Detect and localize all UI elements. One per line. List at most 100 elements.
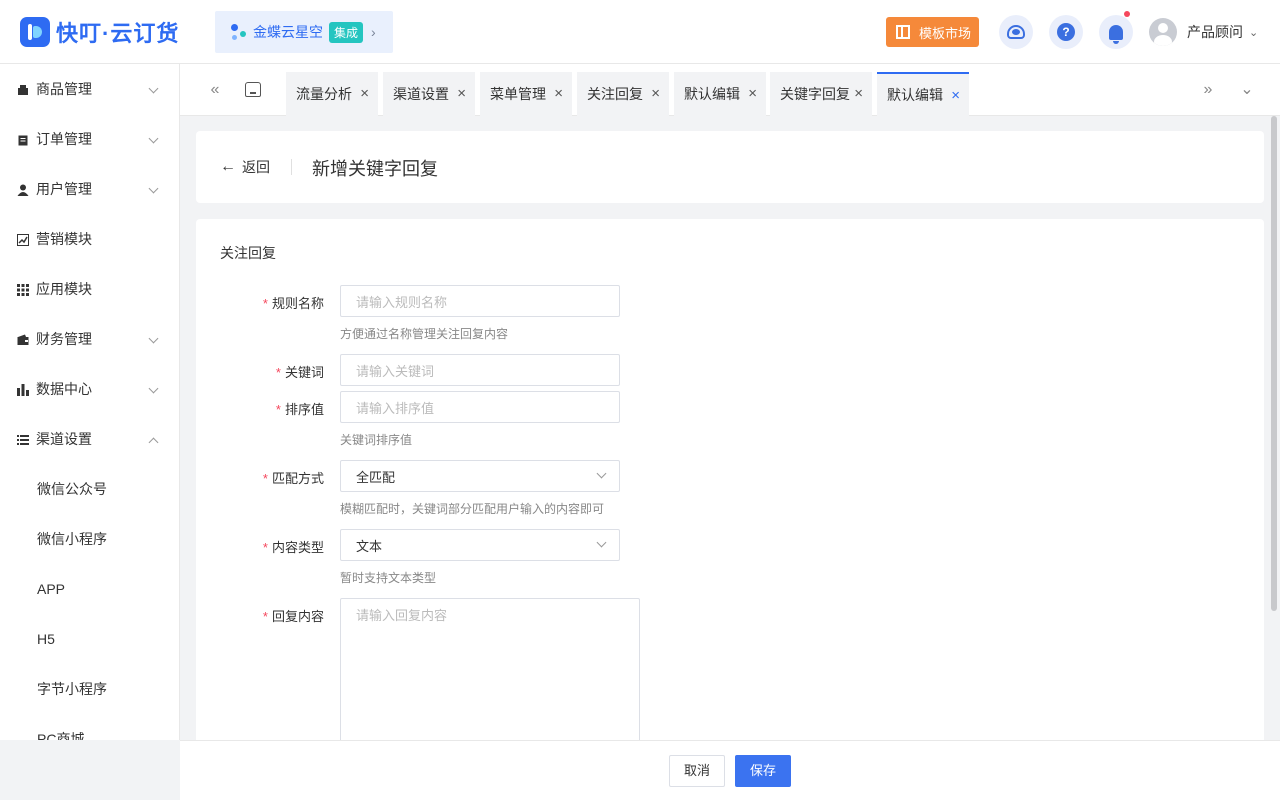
question-icon: ? [1057, 23, 1075, 41]
chevron-down-icon: ⌄ [1249, 26, 1259, 39]
chevron-down-icon [148, 133, 159, 144]
clipboard-icon [17, 133, 29, 146]
cancel-button[interactable]: 取消 [669, 755, 725, 787]
tab-channel-settings[interactable]: 渠道设置 × [383, 72, 475, 116]
sidebar-item-users[interactable]: 用户管理 [0, 164, 179, 214]
chevron-down-icon[interactable]: ⌄ [1235, 78, 1259, 102]
page-title: 新增关键字回复 [312, 159, 438, 179]
back-button[interactable]: ← 返回 [220, 157, 270, 177]
sidebar-item-orders[interactable]: 订单管理 [0, 114, 179, 164]
kingdee-icon [229, 22, 249, 42]
close-icon[interactable]: × [854, 85, 863, 102]
close-icon[interactable]: × [457, 85, 466, 102]
close-icon[interactable]: × [360, 85, 369, 102]
bar-chart-icon [17, 383, 29, 396]
sidebar-item-label: 订单管理 [36, 131, 92, 147]
chevron-down-icon [596, 537, 607, 548]
list-icon [17, 433, 29, 445]
content-type-select[interactable]: 文本 [340, 529, 620, 561]
logo-icon [20, 17, 50, 47]
sidebar-subitem-bytedance[interactable]: 字节小程序 [0, 664, 179, 714]
grid-icon [17, 283, 29, 296]
tab-default-edit-active[interactable]: 默认编辑 × [877, 72, 969, 116]
tab-label: 默认编辑 [684, 86, 740, 102]
sidebar-item-label: 商品管理 [36, 81, 92, 97]
trend-chart-icon [17, 233, 29, 246]
tab-label: 关键字回复 [780, 86, 850, 102]
match-mode-label: * 匹配方式 [262, 471, 324, 486]
back-label: 返回 [242, 159, 270, 175]
double-chevron-left-icon[interactable]: « [203, 78, 227, 102]
user-name: 产品顾问 [1187, 24, 1243, 40]
sidebar: 商品管理 订单管理 用户管理 营销模块 应用模块 财务管理 数据中心 渠道设置 … [0, 64, 180, 740]
page-header-card: ← 返回 新增关键字回复 [196, 131, 1264, 203]
notification-button[interactable] [1099, 11, 1133, 49]
reply-content-textarea[interactable]: 请输入回复内容 [340, 598, 640, 759]
save-button[interactable]: 保存 [735, 755, 791, 787]
tab-menu-management[interactable]: 菜单管理 × [480, 72, 572, 116]
sidebar-subitem-wechat-official[interactable]: 微信公众号 [0, 464, 179, 514]
match-mode-select[interactable]: 全匹配 [340, 460, 620, 492]
sort-value-help: 关键词排序值 [340, 433, 413, 447]
tab-label: 流量分析 [296, 86, 352, 102]
content-type-help: 暂时支持文本类型 [340, 571, 437, 585]
tab-label: 默认编辑 [887, 87, 943, 103]
double-chevron-right-icon[interactable]: » [1196, 78, 1220, 102]
sidebar-subitem-pc-mall[interactable]: PC商城 [0, 714, 179, 740]
reply-content-label: * 回复内容 [262, 609, 324, 624]
box-icon [17, 83, 29, 95]
integration-badge: 集成 [329, 21, 364, 43]
tab-keyword-reply[interactable]: 关键字回复 × [770, 72, 872, 116]
sidebar-item-channel-settings[interactable]: 渠道设置 [0, 414, 179, 464]
customer-service-button[interactable] [999, 15, 1033, 49]
sidebar-item-products[interactable]: 商品管理 [0, 64, 179, 114]
tab-label: 关注回复 [587, 86, 643, 102]
tab-traffic-analysis[interactable]: 流量分析 × [286, 72, 378, 116]
scrollbar[interactable] [1271, 116, 1277, 611]
sort-value-label: * 排序值 [275, 402, 324, 417]
home-icon[interactable] [245, 82, 261, 97]
arrow-left-icon: ← [220, 158, 236, 175]
rule-name-label: * 规则名称 [262, 296, 324, 311]
template-market-button[interactable]: 模板市场 [886, 17, 979, 47]
sidebar-item-label: 财务管理 [36, 331, 92, 347]
sidebar-item-label: 营销模块 [36, 231, 92, 247]
chevron-down-icon [148, 333, 159, 344]
sidebar-subitem-app[interactable]: APP [0, 564, 179, 614]
chevron-down-icon [596, 468, 607, 479]
content-type-label: * 内容类型 [262, 540, 324, 555]
match-mode-help: 模糊匹配时，关键词部分匹配用户输入的内容即可 [340, 502, 605, 516]
help-button[interactable]: ? [1049, 15, 1083, 49]
template-market-label: 模板市场 [919, 25, 972, 41]
sidebar-item-label: 渠道设置 [36, 431, 92, 447]
sidebar-item-data-center[interactable]: 数据中心 [0, 364, 179, 414]
sidebar-item-label: 用户管理 [36, 181, 92, 197]
section-title: 关注回复 [220, 245, 276, 261]
close-icon[interactable]: × [748, 85, 757, 102]
sidebar-item-finance[interactable]: 财务管理 [0, 314, 179, 364]
tab-default-edit[interactable]: 默认编辑 × [674, 72, 766, 116]
sidebar-subitem-wechat-miniprogram[interactable]: 微信小程序 [0, 514, 179, 564]
app-logo[interactable]: 快叮·云订货 [20, 16, 179, 48]
avatar [1149, 18, 1177, 46]
close-icon[interactable]: × [554, 85, 563, 102]
close-icon[interactable]: × [651, 85, 660, 102]
chevron-up-icon [148, 437, 159, 448]
tab-follow-reply[interactable]: 关注回复 × [577, 72, 669, 116]
integration-banner[interactable]: 金蝶云星空 集成 › [215, 11, 393, 53]
chevron-down-icon [148, 383, 159, 394]
notification-dot [1124, 11, 1130, 17]
top-header: 快叮·云订货 金蝶云星空 集成 › 模板市场 ? 产品顾问 ⌄ [0, 0, 1280, 64]
sidebar-subitem-h5[interactable]: H5 [0, 614, 179, 664]
user-menu[interactable]: 产品顾问 ⌄ [1149, 18, 1258, 46]
sort-value-input[interactable]: 请输入排序值 [340, 391, 620, 423]
rule-name-input[interactable]: 请输入规则名称 [340, 285, 620, 317]
bell-icon [1109, 24, 1123, 44]
keyword-input[interactable]: 请输入关键词 [340, 354, 620, 386]
integration-name: 金蝶云星空 [253, 24, 323, 40]
sidebar-item-apps[interactable]: 应用模块 [0, 264, 179, 314]
close-icon[interactable]: × [951, 87, 960, 104]
match-mode-value: 全匹配 [356, 469, 396, 485]
sidebar-item-marketing[interactable]: 营销模块 [0, 214, 179, 264]
sidebar-item-label: 应用模块 [36, 281, 92, 297]
